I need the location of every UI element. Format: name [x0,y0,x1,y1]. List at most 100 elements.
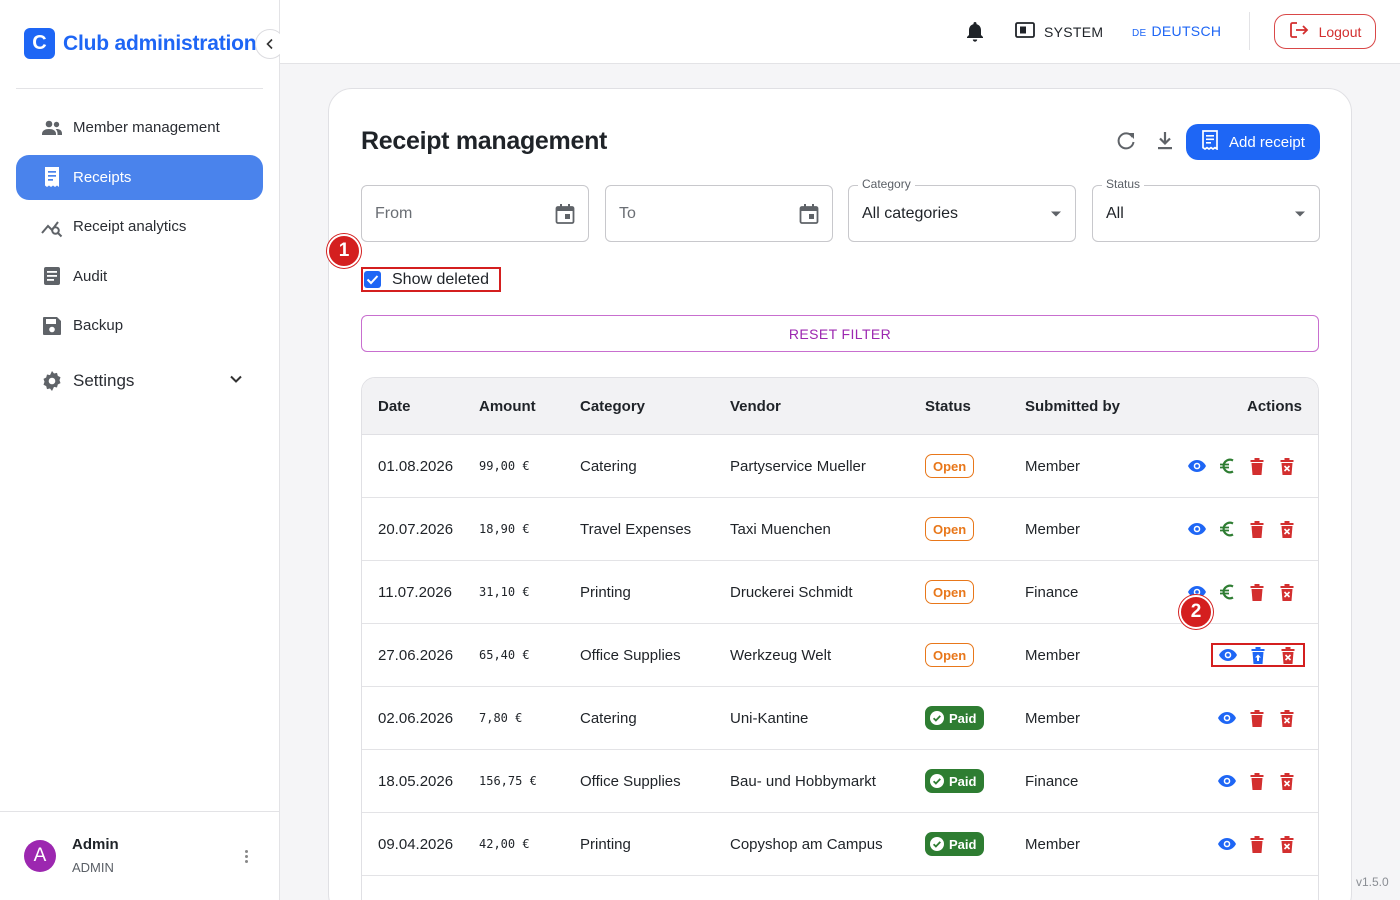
from-date-field[interactable]: From [361,185,589,242]
delete-permanently-icon[interactable] [1272,832,1302,856]
table-header: Date Amount Category Vendor Status Submi… [362,378,1318,435]
view-icon[interactable] [1212,769,1242,793]
view-icon[interactable] [1212,832,1242,856]
cell-category: Printing [580,583,631,601]
show-deleted-label: Show deleted [392,270,489,288]
reset-filter-button[interactable]: RESET FILTER [361,315,1319,352]
cell-vendor: Uni-Kantine [730,709,809,727]
add-receipt-button[interactable]: Add receipt [1186,124,1320,160]
refresh-icon[interactable] [1115,130,1137,157]
annotation-badge-2: 2 [1179,595,1213,629]
sidebar-item-label: Backup [73,317,124,334]
sidebar-item-settings[interactable]: Settings [16,358,263,403]
delete-icon[interactable] [1242,517,1272,541]
header-submitted-by[interactable]: Submitted by [1025,398,1165,415]
user-role: ADMIN [72,860,114,875]
version-label: v1.5.0 [1356,875,1389,889]
status-badge: Paid [925,832,985,856]
brand[interactable]: C Club administration [24,28,257,59]
delete-icon[interactable] [1242,580,1272,604]
cell-date: 02.06.2026 [378,709,454,727]
restore-icon[interactable] [1243,643,1273,667]
delete-permanently-icon[interactable] [1273,643,1303,667]
header-actions: Actions [1246,397,1302,415]
language-button[interactable]: DE DEUTSCH [1132,23,1221,39]
sidebar-item-audit[interactable]: Audit [16,254,263,299]
category-label: Category [858,177,915,191]
view-icon[interactable] [1212,706,1242,730]
sidebar-item-label: Audit [73,267,108,285]
bell-icon[interactable] [964,20,986,49]
calendar-icon[interactable] [555,203,575,225]
cell-amount: 65,40 € [479,648,530,662]
category-select[interactable]: Category All categories [848,177,1076,242]
sidebar-item-receipt-analytics[interactable]: Receipt analytics [16,204,263,249]
cell-amount: 99,00 € [479,459,530,473]
status-badge: Paid [925,706,985,730]
sidebar-item-label: Member management [73,119,220,136]
view-icon[interactable] [1182,517,1212,541]
receipt-management-card: Receipt management Add receipt From To C… [327,88,1352,900]
mark-paid-euro-icon[interactable] [1212,454,1242,478]
header-category[interactable]: Category [580,398,730,415]
status-label: Paid [949,710,977,726]
user-name: Admin [72,836,119,853]
check-circle-icon [930,711,944,725]
sidebar-item-backup[interactable]: Backup [16,303,263,348]
mark-paid-euro-icon[interactable] [1212,517,1242,541]
cell-amount: 7,80 € [479,711,523,725]
user-menu-icon[interactable] [236,846,256,866]
row-actions [1165,643,1318,667]
cell-submitted-by: Member [1025,646,1081,664]
avatar: A [24,839,56,872]
user-profile: A Admin ADMIN [24,836,119,875]
cell-category: Printing [580,835,631,853]
sidebar-nav: Member management Receipts Receipt analy… [16,105,263,408]
delete-icon[interactable] [1242,706,1272,730]
delete-permanently-icon[interactable] [1272,454,1302,478]
header-amount[interactable]: Amount [479,398,580,415]
language-label: DEUTSCH [1151,23,1222,39]
delete-icon[interactable] [1242,769,1272,793]
show-deleted-checkbox[interactable]: Show deleted [361,267,501,292]
from-placeholder: From [375,204,413,222]
cell-vendor: Partyservice Mueller [730,457,866,475]
header-vendor[interactable]: Vendor [730,398,925,415]
system-theme-button[interactable]: SYSTEM [1015,22,1103,41]
checkbox-checked-icon[interactable] [364,271,381,288]
row-actions [1165,832,1318,856]
delete-permanently-icon[interactable] [1272,580,1302,604]
topbar-divider [1249,12,1250,50]
add-receipt-label: Add receipt [1229,133,1305,151]
logout-button[interactable]: Logout [1274,14,1376,49]
row-actions [1165,517,1318,541]
cell-submitted-by: Member [1025,520,1081,538]
delete-permanently-icon[interactable] [1272,517,1302,541]
table-row: 18.05.2026 156,75 € Office Supplies Bau-… [362,750,1318,813]
system-icon [1015,22,1035,41]
mark-paid-euro-icon[interactable] [1212,580,1242,604]
sidebar-item-receipts[interactable]: Receipts [16,154,263,200]
cell-date: 11.07.2026 [378,583,452,601]
download-icon[interactable] [1155,130,1175,157]
calendar-icon[interactable] [799,203,819,225]
language-code: DE [1132,28,1147,39]
header-status[interactable]: Status [925,398,1025,415]
to-placeholder: To [619,204,636,222]
view-icon[interactable] [1213,643,1243,667]
cell-amount: 31,10 € [479,585,530,599]
delete-icon[interactable] [1242,832,1272,856]
delete-permanently-icon[interactable] [1272,769,1302,793]
header-date[interactable]: Date [362,398,479,415]
cell-submitted-by: Member [1025,835,1081,853]
check-circle-icon [930,837,944,851]
delete-icon[interactable] [1242,454,1272,478]
view-icon[interactable] [1182,454,1212,478]
gear-icon [40,369,64,393]
sidebar-item-member-management[interactable]: Member management [16,105,263,150]
status-select[interactable]: Status All [1092,177,1320,242]
delete-permanently-icon[interactable] [1272,706,1302,730]
to-date-field[interactable]: To [605,185,833,242]
status-badge: Open [925,580,975,604]
sidebar-divider [16,88,263,89]
